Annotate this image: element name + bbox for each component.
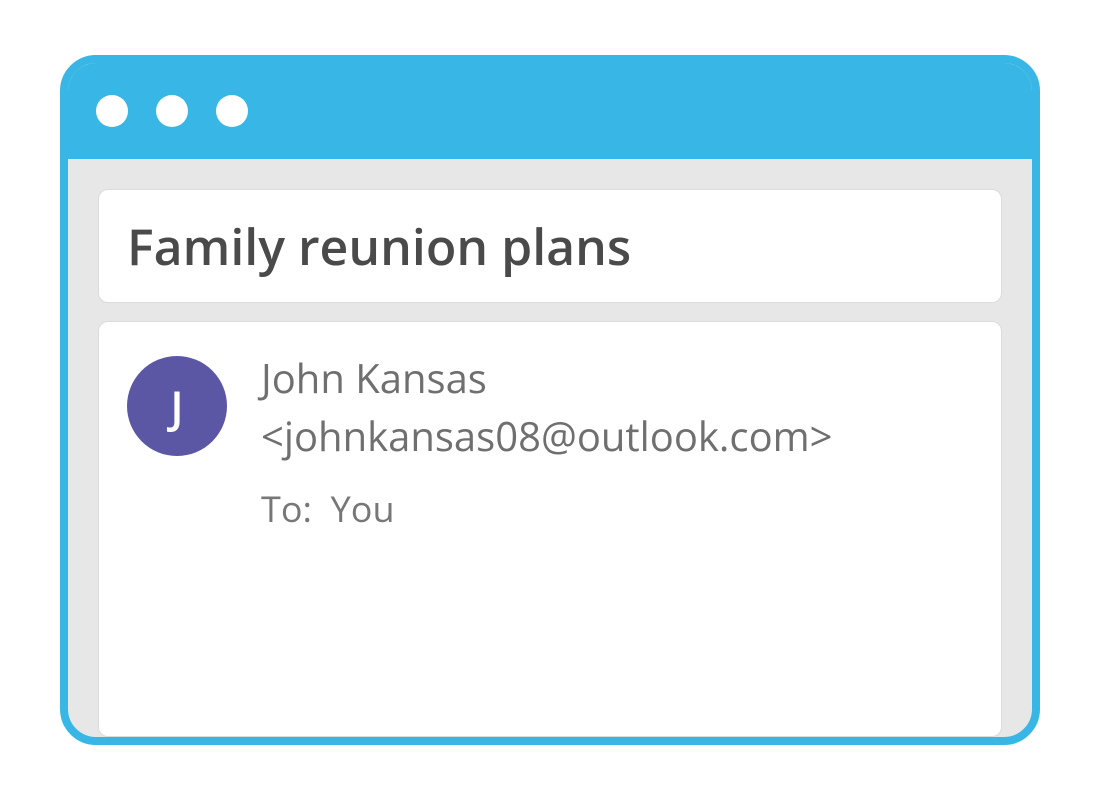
avatar-initial: J xyxy=(170,376,183,436)
sender-info: John Kansas <johnkansas08@outlook.com> T… xyxy=(261,352,833,533)
message-card: J John Kansas <johnkansas08@outlook.com>… xyxy=(98,321,1002,737)
to-value: You xyxy=(331,484,395,533)
avatar: J xyxy=(127,356,227,456)
email-subject: Family reunion plans xyxy=(127,212,973,280)
window-control-dot[interactable] xyxy=(156,95,188,127)
email-content-area: Family reunion plans J John Kansas <john… xyxy=(68,159,1032,737)
sender-email: <johnkansas08@outlook.com> xyxy=(261,410,833,462)
email-window: Family reunion plans J John Kansas <john… xyxy=(60,55,1040,745)
subject-card: Family reunion plans xyxy=(98,189,1002,303)
sender-name: John Kansas xyxy=(261,352,833,404)
to-line: To: You xyxy=(261,486,833,533)
window-titlebar xyxy=(68,63,1032,159)
window-control-dot[interactable] xyxy=(216,95,248,127)
window-control-dot[interactable] xyxy=(96,95,128,127)
to-label: To: xyxy=(261,484,312,533)
